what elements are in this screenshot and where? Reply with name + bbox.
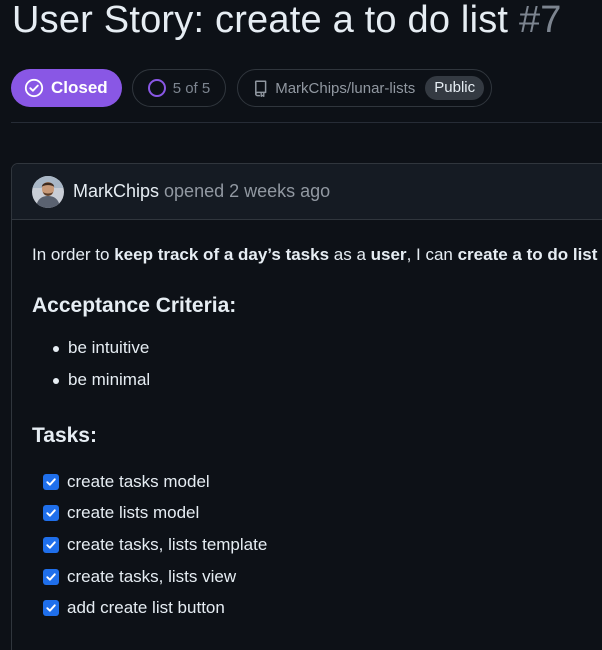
issue-page: User Story: create a to do list #7 Close… bbox=[0, 0, 602, 650]
story-text-1: In order to bbox=[32, 245, 115, 264]
repository-name: MarkChips/lunar-lists bbox=[275, 79, 416, 97]
task-item: create tasks, lists view bbox=[32, 561, 602, 593]
task-item: add create list button bbox=[32, 592, 602, 624]
task-item: create tasks model bbox=[32, 466, 602, 498]
story-text-3: , I can bbox=[406, 245, 458, 264]
checkmark-icon bbox=[46, 572, 56, 581]
task-checkbox[interactable] bbox=[43, 473, 59, 490]
author-avatar[interactable] bbox=[32, 175, 64, 208]
subtask-progress[interactable]: 5 of 5 bbox=[131, 69, 227, 107]
comment-body: In order to keep track of a day’s tasks … bbox=[12, 220, 602, 624]
acceptance-criteria-list: be intuitive be minimal bbox=[32, 334, 602, 398]
checkmark-icon bbox=[46, 509, 56, 518]
task-list: create tasks model create lists model cr… bbox=[32, 466, 602, 624]
check-circle-icon bbox=[24, 78, 44, 98]
header-divider bbox=[11, 122, 602, 123]
task-label: create tasks model bbox=[67, 471, 210, 491]
state-label: Closed bbox=[51, 78, 108, 97]
task-checkbox[interactable] bbox=[43, 505, 59, 522]
task-label: create lists model bbox=[67, 503, 200, 523]
checkmark-icon bbox=[46, 478, 56, 486]
acceptance-criteria-heading: Acceptance Criteria: bbox=[32, 294, 237, 317]
avatar-image bbox=[32, 175, 64, 208]
author-link[interactable]: MarkChips bbox=[73, 181, 159, 202]
bullet-dot-icon bbox=[53, 378, 59, 384]
story-text-2: as a bbox=[329, 245, 371, 264]
issue-comment: MarkChips opened 2 weeks ago In order to… bbox=[11, 163, 602, 650]
checkmark-icon bbox=[46, 541, 56, 549]
visibility-label: Public bbox=[425, 76, 485, 100]
task-label: create tasks, lists template bbox=[67, 534, 268, 554]
repo-icon bbox=[255, 80, 267, 97]
story-bold-3: create a to do list bbox=[457, 245, 598, 264]
criteria-text: be intuitive bbox=[68, 338, 150, 357]
issue-title-text: User Story: create a to do list bbox=[12, 0, 509, 41]
opened-timestamp: opened 2 weeks ago bbox=[164, 181, 331, 201]
issue-number: #7 bbox=[518, 0, 562, 41]
task-checkbox[interactable] bbox=[43, 536, 59, 553]
list-item: be minimal bbox=[32, 366, 602, 398]
user-story-text: In order to keep track of a day’s tasks … bbox=[32, 242, 602, 268]
progress-label: 5 of 5 bbox=[172, 79, 211, 97]
issue-title: User Story: create a to do list #7 bbox=[12, 0, 562, 46]
comment-header: MarkChips opened 2 weeks ago bbox=[12, 164, 602, 220]
progress-circle-icon bbox=[147, 79, 166, 97]
task-item: create lists model bbox=[32, 498, 602, 530]
list-item: be intuitive bbox=[32, 334, 602, 366]
checkmark-icon bbox=[46, 604, 56, 612]
task-item: create tasks, lists template bbox=[32, 529, 602, 561]
story-bold-2: user bbox=[370, 245, 407, 264]
task-label: add create list button bbox=[67, 598, 225, 618]
issue-meta-row: Closed 5 of 5 MarkChips/lunar-lists Publ… bbox=[11, 68, 493, 108]
criteria-text: be minimal bbox=[68, 370, 151, 389]
task-checkbox[interactable] bbox=[43, 600, 59, 617]
task-label: create tasks, lists view bbox=[67, 566, 237, 586]
tasks-heading: Tasks: bbox=[32, 424, 97, 447]
closed-state-badge: Closed bbox=[11, 69, 122, 107]
task-checkbox[interactable] bbox=[43, 568, 59, 585]
repository-pill[interactable]: MarkChips/lunar-lists Public bbox=[237, 69, 493, 107]
story-bold-1: keep track of a day’s tasks bbox=[114, 245, 330, 264]
bullet-dot-icon bbox=[53, 346, 59, 352]
